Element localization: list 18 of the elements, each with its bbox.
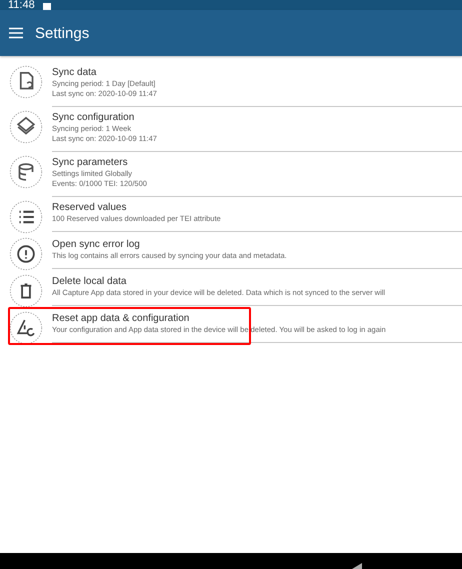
back-icon[interactable] — [352, 563, 362, 569]
item-title: Open sync error log — [52, 238, 141, 251]
database-sync-icon — [9, 155, 43, 189]
warning-sync-icon — [9, 311, 43, 345]
document-sync-icon — [9, 65, 43, 99]
layers-sync-icon — [9, 110, 43, 144]
status-time: 11:48 — [8, 0, 35, 10]
item-title: Sync configuration — [52, 111, 136, 124]
item-title: Reset app data & configuration — [52, 312, 190, 325]
item-title: Delete local data — [52, 275, 128, 288]
app-bar-title: Settings — [35, 24, 90, 42]
item-title: Sync data — [52, 66, 98, 79]
alert-circle-icon — [9, 237, 43, 271]
item-title: Sync parameters — [52, 156, 129, 169]
trash-icon — [9, 274, 43, 308]
item-title: Reserved values — [52, 201, 128, 214]
list-icon — [9, 200, 43, 234]
menu-icon[interactable] — [9, 27, 23, 39]
